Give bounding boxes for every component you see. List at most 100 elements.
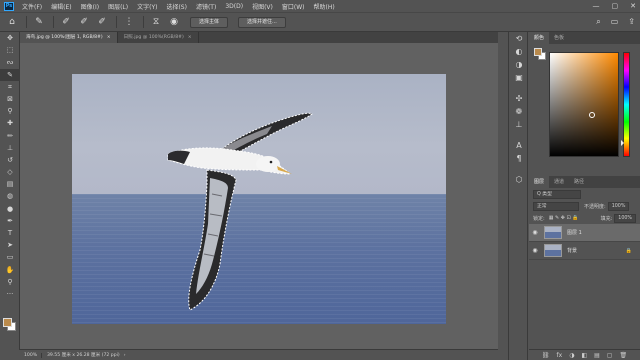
layer-filter-select[interactable]: Q 类型 bbox=[533, 189, 581, 199]
menu-type[interactable]: 文字(Y) bbox=[137, 2, 157, 11]
color-field[interactable] bbox=[549, 52, 619, 157]
color-picker-ring[interactable] bbox=[589, 112, 595, 118]
properties-icon[interactable]: ◐ bbox=[509, 45, 529, 58]
zoom-tool-icon[interactable]: ⚲ bbox=[0, 276, 20, 288]
healing-brush-icon[interactable]: ✚ bbox=[0, 117, 20, 129]
zoom-level[interactable]: 100% bbox=[20, 352, 42, 358]
brushes-icon[interactable]: ❁ bbox=[509, 105, 529, 118]
search-icon[interactable]: ⌕ bbox=[596, 17, 600, 27]
minimize-button[interactable]: — bbox=[593, 2, 600, 10]
more-tools-icon[interactable]: ··· bbox=[0, 288, 20, 300]
move-tool-icon[interactable]: ✥ bbox=[0, 32, 20, 44]
blend-mode-select[interactable]: 正常 bbox=[533, 201, 579, 211]
blur-tool-icon[interactable]: ◍ bbox=[0, 190, 20, 202]
new-layer-icon[interactable]: ▢ bbox=[607, 352, 613, 359]
clone-source-icon[interactable]: ⊥ bbox=[509, 118, 529, 131]
menu-image[interactable]: 图像(I) bbox=[81, 2, 99, 11]
adjustments-icon[interactable]: ◑ bbox=[509, 58, 529, 71]
quick-selection-tool-icon[interactable]: ✎ bbox=[0, 68, 20, 81]
layer-row[interactable]: ◉ 图层 1 bbox=[529, 224, 640, 242]
share-icon[interactable]: ⇪ bbox=[628, 17, 635, 27]
tab-channels[interactable]: 通道 bbox=[549, 176, 569, 188]
fx-icon[interactable]: fx bbox=[557, 352, 563, 359]
eye-icon[interactable]: ◉ bbox=[529, 229, 541, 236]
crop-tool-icon[interactable]: ⌗ bbox=[0, 81, 20, 93]
foreground-color-chip[interactable] bbox=[534, 48, 542, 56]
brush-settings-icon[interactable]: ✣ bbox=[509, 92, 529, 105]
path-selection-icon[interactable]: ➤ bbox=[0, 239, 20, 251]
3d-icon[interactable]: ⬡ bbox=[509, 173, 529, 186]
maximize-button[interactable]: ▢ bbox=[612, 2, 619, 10]
rectangle-tool-icon[interactable]: ▭ bbox=[0, 251, 20, 263]
select-and-mask-button[interactable]: 选择并遮住... bbox=[238, 16, 286, 28]
home-icon[interactable]: ⌂ bbox=[6, 16, 18, 28]
menu-edit[interactable]: 编辑(E) bbox=[51, 2, 71, 11]
frame-tool-icon[interactable]: ⊠ bbox=[0, 93, 20, 105]
menu-filter[interactable]: 滤镜(T) bbox=[196, 2, 216, 11]
menu-window[interactable]: 窗口(W) bbox=[282, 2, 305, 11]
tab-sunshine[interactable]: 日照.jpg @ 100%(RGB/8#) × bbox=[118, 32, 199, 43]
opacity-field[interactable]: 100% bbox=[607, 201, 630, 211]
adjustment-layer-icon[interactable]: ◧ bbox=[581, 352, 587, 359]
close-tab-icon[interactable]: × bbox=[107, 35, 111, 40]
lasso-tool-icon[interactable]: ᔓ bbox=[0, 56, 20, 68]
add-to-selection-icon[interactable]: ✐ bbox=[78, 16, 90, 28]
close-tab-icon[interactable]: × bbox=[188, 35, 192, 40]
menu-select[interactable]: 选择(S) bbox=[166, 2, 187, 11]
marquee-tool-icon[interactable]: ⬚ bbox=[0, 44, 20, 56]
sample-all-layers-icon[interactable]: ⧖ bbox=[150, 16, 162, 28]
history-brush-icon[interactable]: ↺ bbox=[0, 154, 20, 166]
delete-layer-icon[interactable]: 🗑 bbox=[619, 352, 627, 359]
menu-help[interactable]: 帮助(H) bbox=[314, 2, 335, 11]
link-layers-icon[interactable]: ⛓ bbox=[542, 352, 550, 359]
tab-layers[interactable]: 图层 bbox=[529, 176, 550, 188]
chevron-right-icon[interactable]: › bbox=[124, 353, 126, 358]
group-icon[interactable]: ▤ bbox=[594, 352, 600, 359]
tab-paths[interactable]: 路径 bbox=[569, 176, 589, 188]
fill-field[interactable]: 100% bbox=[614, 213, 636, 223]
tab-color[interactable]: 颜色 bbox=[529, 32, 550, 44]
lock-icons[interactable]: ▦ ✎ ✥ ⊡ 🔒 bbox=[549, 215, 579, 221]
quick-selection-tool-icon[interactable]: ✎ bbox=[33, 16, 45, 28]
menu-3d[interactable]: 3D(D) bbox=[225, 3, 243, 10]
document-info: 39.55 厘米 x 26.28 厘米 (72 ppi) bbox=[47, 353, 120, 358]
pen-tool-icon[interactable]: ✒ bbox=[0, 215, 20, 227]
hand-tool-icon[interactable]: ✋ bbox=[0, 264, 20, 276]
history-icon[interactable]: ⟲ bbox=[509, 32, 529, 45]
eyedropper-tool-icon[interactable]: ⚲ bbox=[0, 105, 20, 117]
layers-panel-tabs: 图层 通道 路径 bbox=[529, 176, 640, 188]
brush-tool-icon[interactable]: ✏ bbox=[0, 130, 20, 142]
status-bar: 100% 39.55 厘米 x 26.28 厘米 (72 ppi) › bbox=[20, 349, 498, 360]
hue-slider-handle[interactable] bbox=[621, 140, 624, 146]
canvas-area[interactable] bbox=[20, 43, 498, 349]
layer-row[interactable]: ◉ 背景 🔒 bbox=[529, 242, 640, 260]
photoshop-window: Ps 文件(F) 编辑(E) 图像(I) 图层(L) 文字(Y) 选择(S) 滤… bbox=[0, 0, 640, 360]
clone-stamp-icon[interactable]: ⊥ bbox=[0, 142, 20, 154]
tab-swatches[interactable]: 色板 bbox=[549, 32, 569, 44]
type-tool-icon[interactable]: T bbox=[0, 227, 20, 239]
tab-seabird[interactable]: 海鸟.jpg @ 100%(图层 1, RGB/8#) × bbox=[20, 32, 118, 43]
color-panel bbox=[529, 44, 640, 174]
dodge-tool-icon[interactable]: ● bbox=[0, 203, 20, 215]
fill-label: 填充: bbox=[600, 215, 613, 222]
enhance-edge-icon[interactable]: ◉ bbox=[168, 16, 180, 28]
add-mask-icon[interactable]: ◑ bbox=[569, 352, 574, 359]
paragraph-icon[interactable]: ¶ bbox=[509, 152, 529, 165]
subtract-from-selection-icon[interactable]: ✐ bbox=[96, 16, 108, 28]
gradient-tool-icon[interactable]: ▤ bbox=[0, 178, 20, 190]
new-selection-icon[interactable]: ✐ bbox=[60, 16, 72, 28]
close-button[interactable]: ✕ bbox=[630, 2, 636, 10]
foreground-color-swatch[interactable] bbox=[3, 318, 12, 327]
eye-icon[interactable]: ◉ bbox=[529, 247, 541, 254]
menu-view[interactable]: 视图(V) bbox=[252, 2, 273, 11]
select-subject-button[interactable]: 选择主体 bbox=[190, 16, 229, 28]
brush-size-icon[interactable]: ⋮ bbox=[123, 16, 135, 28]
libraries-icon[interactable]: ▣ bbox=[509, 71, 529, 84]
document-image[interactable] bbox=[72, 74, 446, 324]
menu-layer[interactable]: 图层(L) bbox=[108, 2, 128, 11]
workspace-icon[interactable]: ▭ bbox=[611, 17, 619, 27]
character-icon[interactable]: A bbox=[509, 139, 529, 152]
hue-slider[interactable] bbox=[623, 52, 630, 157]
eraser-tool-icon[interactable]: ◇ bbox=[0, 166, 20, 178]
menu-file[interactable]: 文件(F) bbox=[22, 2, 42, 11]
